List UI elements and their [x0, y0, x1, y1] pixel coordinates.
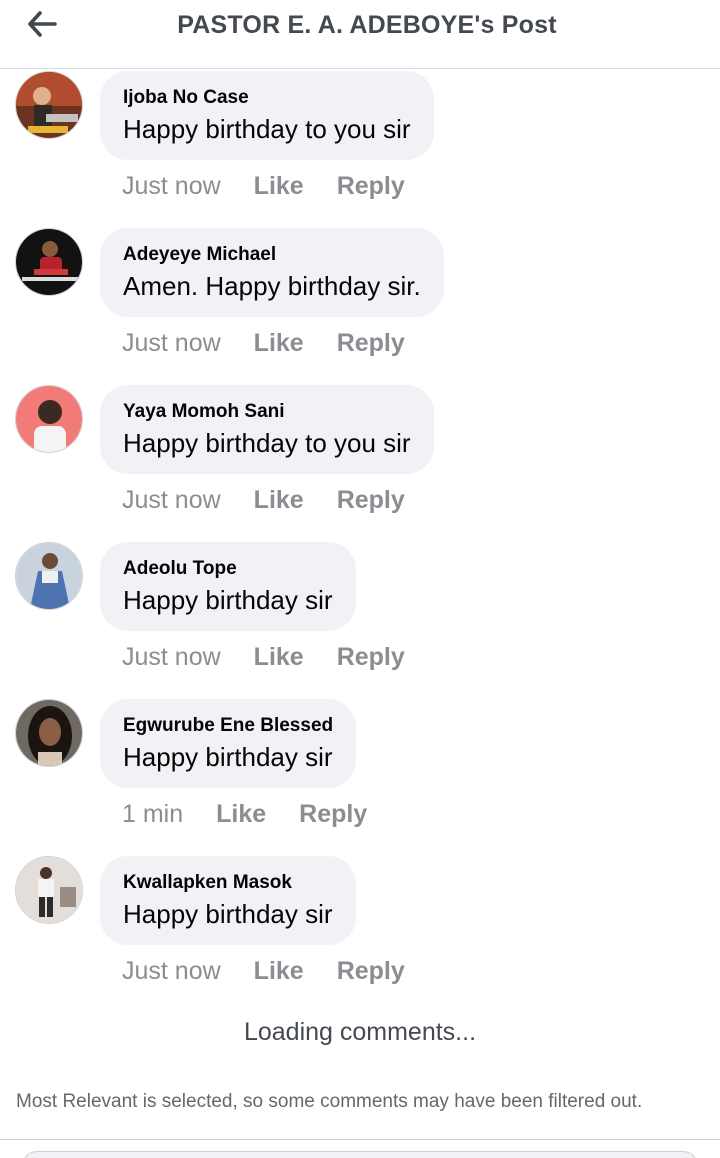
comment-time: 1 min — [122, 800, 184, 828]
comment-item: Adeolu Tope Happy birthday sir Just now … — [0, 541, 720, 698]
reply-link[interactable]: Reply — [299, 800, 367, 829]
avatar[interactable] — [15, 542, 83, 610]
comment-text: Happy birthday to you sir — [123, 428, 411, 458]
comment-bubble: Adeolu Tope Happy birthday sir — [100, 542, 356, 631]
comment-text: Happy birthday sir — [123, 585, 333, 615]
comment-text: Amen. Happy birthday sir. — [123, 271, 421, 301]
like-link[interactable]: Like — [254, 643, 304, 672]
comment-bubble: Ijoba No Case Happy birthday to you sir — [100, 71, 434, 160]
avatar[interactable] — [15, 699, 83, 767]
like-link[interactable]: Like — [254, 957, 304, 986]
comment-bubble: Yaya Momoh Sani Happy birthday to you si… — [100, 385, 434, 474]
reply-link[interactable]: Reply — [337, 486, 405, 515]
comment-text: Happy birthday sir — [123, 742, 333, 772]
reply-link[interactable]: Reply — [337, 329, 405, 358]
avatar[interactable] — [15, 856, 83, 924]
comment-bubble: Adeyeye Michael Amen. Happy birthday sir… — [100, 228, 444, 317]
divider — [0, 1139, 720, 1140]
comment-author[interactable]: Yaya Momoh Sani — [123, 400, 411, 424]
comment-time: Just now — [122, 329, 221, 357]
comment-author[interactable]: Adeyeye Michael — [123, 243, 421, 267]
like-link[interactable]: Like — [254, 329, 304, 358]
comment-actions: Just now Like Reply — [122, 329, 405, 358]
like-link[interactable]: Like — [254, 486, 304, 515]
comment-item: Adeyeye Michael Amen. Happy birthday sir… — [0, 227, 720, 384]
reply-link[interactable]: Reply — [337, 172, 405, 201]
avatar[interactable] — [15, 71, 83, 139]
comment-time: Just now — [122, 957, 221, 985]
reply-link[interactable]: Reply — [337, 957, 405, 986]
comment-item: Yaya Momoh Sani Happy birthday to you si… — [0, 384, 720, 541]
comment-list: Ijoba No Case Happy birthday to you sir … — [0, 70, 720, 1012]
comment-actions: Just now Like Reply — [122, 486, 405, 515]
comment-actions: Just now Like Reply — [122, 643, 405, 672]
comment-actions: Just now Like Reply — [122, 957, 405, 986]
like-link[interactable]: Like — [254, 172, 304, 201]
comment-text: Happy birthday to you sir — [123, 114, 411, 144]
comment-bubble: Egwurube Ene Blessed Happy birthday sir — [100, 699, 357, 788]
avatar[interactable] — [15, 228, 83, 296]
top-bar: PASTOR E. A. ADEBOYE's Post — [0, 0, 720, 69]
post-comments-screen: PASTOR E. A. ADEBOYE's Post Ijoba No Cas… — [0, 0, 720, 1158]
comment-bubble: Kwallapken Masok Happy birthday sir — [100, 856, 356, 945]
loading-comments-text: Loading comments... — [243, 1018, 477, 1046]
avatar[interactable] — [15, 385, 83, 453]
comment-author[interactable]: Adeolu Tope — [123, 557, 333, 581]
filter-notice: Most Relevant is selected, so some comme… — [16, 1091, 643, 1112]
comment-input[interactable] — [22, 1151, 698, 1158]
comment-text: Happy birthday sir — [123, 899, 333, 929]
comment-item: Egwurube Ene Blessed Happy birthday sir … — [0, 698, 720, 855]
like-link[interactable]: Like — [216, 800, 266, 829]
comment-actions: Just now Like Reply — [122, 172, 405, 201]
comment-author[interactable]: Egwurube Ene Blessed — [123, 714, 333, 738]
comment-author[interactable]: Kwallapken Masok — [123, 871, 333, 895]
comment-item: Kwallapken Masok Happy birthday sir Just… — [0, 855, 720, 1012]
comment-time: Just now — [122, 172, 221, 200]
comment-item: Ijoba No Case Happy birthday to you sir … — [0, 70, 720, 227]
page-title: PASTOR E. A. ADEBOYE's Post — [177, 11, 557, 39]
comment-author[interactable]: Ijoba No Case — [123, 86, 411, 110]
comment-time: Just now — [122, 486, 221, 514]
reply-link[interactable]: Reply — [337, 643, 405, 672]
comment-actions: 1 min Like Reply — [122, 800, 367, 829]
comment-time: Just now — [122, 643, 221, 671]
